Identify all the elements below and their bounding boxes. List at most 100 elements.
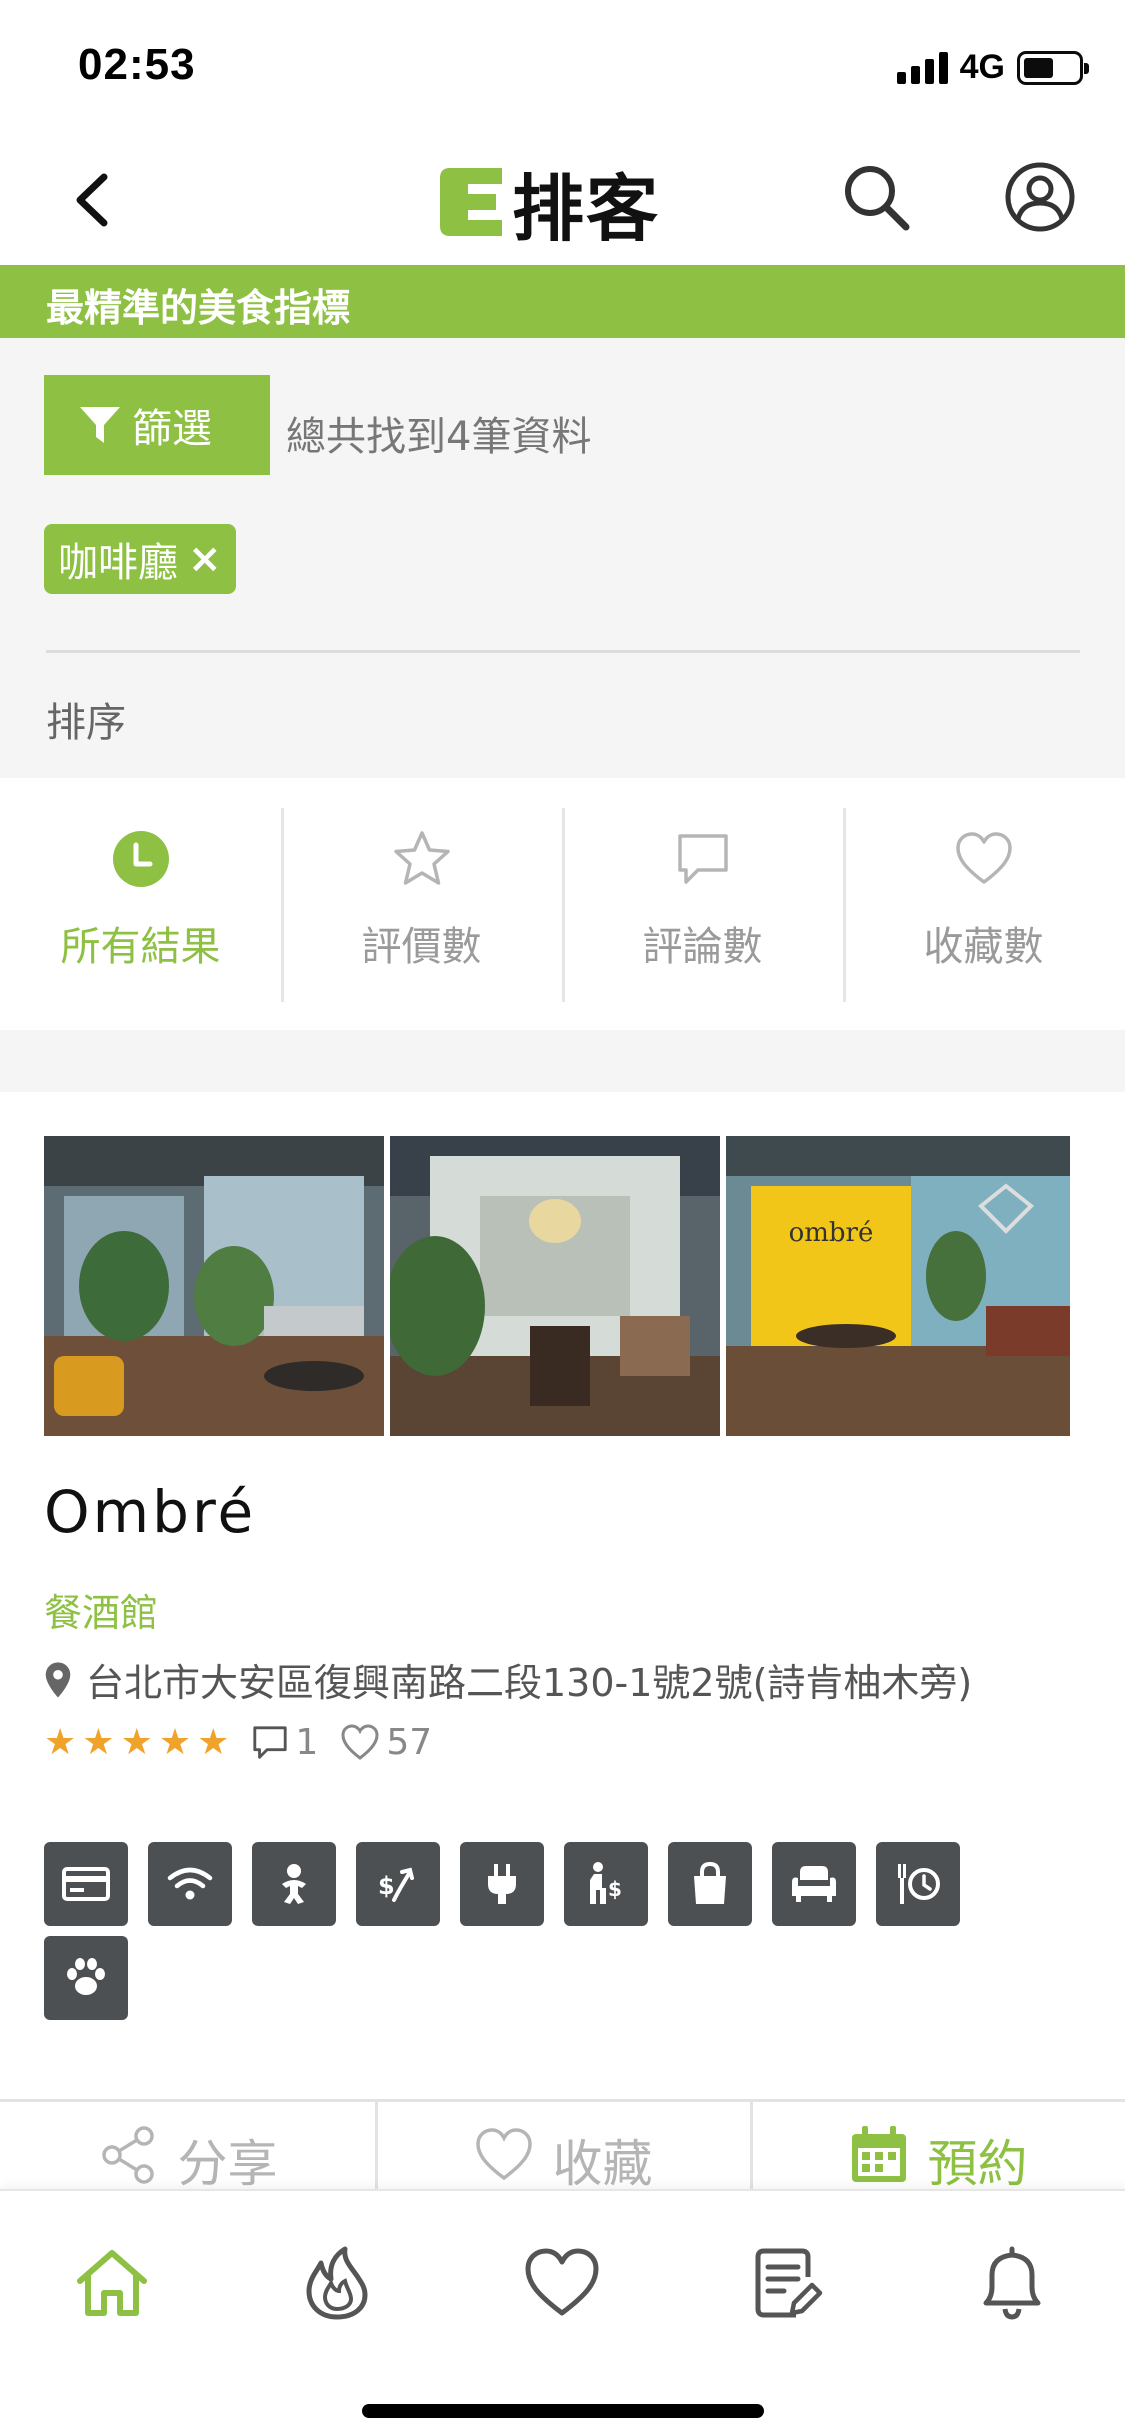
location-pin-icon	[45, 1662, 71, 1697]
restaurant-name[interactable]: Ombré	[44, 1478, 256, 1546]
comment-icon	[677, 834, 728, 884]
divider	[46, 650, 1080, 653]
heart-outline-icon	[475, 2128, 532, 2181]
favorite-button[interactable]: 收藏	[375, 2102, 750, 2189]
filter-button-label: 篩選	[132, 406, 212, 452]
photo-sign-text: ombré	[789, 1218, 874, 1248]
funnel-icon	[80, 407, 120, 443]
status-time: 02:53	[78, 40, 196, 89]
tagline-text: 最精準的美食指標	[46, 286, 351, 330]
tagline-banner: 最精準的美食指標	[0, 265, 1125, 338]
home-icon	[77, 2250, 147, 2316]
photo-gallery[interactable]: ombré	[44, 1136, 1070, 1436]
reserve-button-label: 預約	[927, 2135, 1028, 2189]
svg-text:$: $	[608, 1877, 622, 1901]
reserve-button[interactable]: 預約	[750, 2102, 1125, 2189]
user-profile-button[interactable]	[1000, 157, 1080, 237]
clock-icon	[112, 831, 169, 887]
like-count-value: 57	[386, 1722, 433, 1763]
power-outlet-icon	[460, 1842, 544, 1926]
nav-favorites[interactable]	[522, 2243, 602, 2323]
status-indicators: 4G	[896, 48, 1089, 87]
comment-count: 1	[251, 1722, 318, 1763]
filter-tag-chip[interactable]: 咖啡廳 ×	[44, 524, 236, 594]
result-count: 總共找到4筆資料	[286, 414, 592, 460]
min-charge-icon: $	[564, 1842, 648, 1926]
nav-notifications[interactable]	[972, 2243, 1052, 2323]
star-icon: ★	[158, 1722, 192, 1763]
star-icon: ★	[120, 1722, 153, 1763]
svg-text:$: $	[378, 1872, 395, 1900]
calendar-icon	[851, 2126, 906, 2182]
sofa-icon	[772, 1842, 856, 1926]
restaurant-address[interactable]: 台北市大安區復興南路二段130-1號2號(詩肯柚木旁)	[44, 1652, 972, 1707]
nav-hot[interactable]	[297, 2243, 377, 2323]
card-action-bar: 分享 收藏 預約	[0, 2099, 1125, 2189]
heart-outline-icon	[341, 1723, 379, 1760]
battery-icon	[1017, 50, 1089, 85]
restaurant-photo[interactable]	[44, 1136, 384, 1436]
search-button[interactable]	[836, 157, 916, 237]
tab-all-results-label: 所有結果	[60, 924, 221, 970]
feature-icons: $ $	[44, 1842, 1044, 2020]
logo-e-mark	[436, 164, 506, 240]
filter-section: 篩選 總共找到4筆資料 咖啡廳 × 排序	[0, 338, 1125, 778]
address-text: 台北市大安區復興南路二段130-1號2號(詩肯柚木旁)	[86, 1661, 973, 1705]
star-icon: ★	[197, 1722, 230, 1763]
app-header: 排客	[0, 135, 1125, 265]
logo-text: 排客	[512, 166, 661, 251]
status-bar: 02:53 4G	[0, 0, 1125, 135]
signal-icon	[896, 51, 948, 84]
user-icon	[1005, 162, 1075, 232]
favorite-button-label: 收藏	[552, 2135, 653, 2189]
filter-tag-label: 咖啡廳	[58, 540, 178, 586]
wifi-icon	[148, 1842, 232, 1926]
comment-count-value: 1	[295, 1722, 319, 1763]
heart-outline-icon	[955, 832, 1012, 884]
section-gap	[0, 1030, 1125, 1092]
tab-favorite-count[interactable]: 收藏數	[843, 778, 1124, 1030]
home-indicator[interactable]	[362, 2404, 764, 2418]
restaurant-photo[interactable]	[390, 1136, 720, 1436]
network-type: 4G	[959, 48, 1005, 86]
tab-comment-count-label: 評論數	[642, 924, 763, 970]
share-button-label: 分享	[177, 2135, 278, 2189]
chevron-left-icon	[76, 173, 108, 227]
pet-paw-icon	[44, 1936, 128, 2020]
tab-rating-count[interactable]: 評價數	[281, 778, 562, 1030]
star-icon: ★	[44, 1722, 77, 1763]
credit-card-icon	[44, 1842, 128, 1926]
baby-icon	[252, 1842, 336, 1926]
comment-icon	[253, 1725, 288, 1759]
bottom-nav	[0, 2189, 1125, 2436]
tab-all-results[interactable]: 所有結果	[0, 778, 281, 1030]
restaurant-photo[interactable]: ombré	[726, 1136, 1070, 1436]
star-outline-icon	[393, 831, 450, 885]
takeout-bag-icon	[668, 1842, 752, 1926]
like-count: 57	[340, 1722, 432, 1763]
tab-favorite-count-label: 收藏數	[923, 924, 1044, 970]
tab-comment-count[interactable]: 評論數	[562, 778, 843, 1030]
star-icon: ★	[82, 1722, 115, 1763]
time-limit-icon	[876, 1842, 960, 1926]
restaurant-category[interactable]: 餐酒館	[44, 1582, 158, 1637]
rating-stars: ★ ★ ★ ★ ★	[44, 1722, 229, 1763]
sort-label: 排序	[46, 700, 126, 746]
tab-rating-count-label: 評價數	[361, 924, 482, 970]
share-icon	[101, 2126, 154, 2184]
remove-tag-icon[interactable]: ×	[188, 536, 222, 582]
bell-icon	[983, 2246, 1041, 2320]
fire-icon	[306, 2246, 368, 2320]
nav-reviews[interactable]	[746, 2243, 826, 2323]
rating-row: ★ ★ ★ ★ ★ 1 57	[44, 1722, 432, 1763]
nav-home[interactable]	[72, 2243, 152, 2323]
share-button[interactable]: 分享	[0, 2102, 375, 2189]
service-fee-icon: $	[356, 1842, 440, 1926]
heart-icon	[525, 2248, 599, 2316]
search-icon	[845, 166, 910, 231]
filter-button[interactable]: 篩選	[44, 375, 270, 475]
restaurant-card[interactable]: ombré Ombré 餐酒館 台北市大安區復興南路二段130-1號2號(詩肯柚…	[0, 1092, 1125, 2099]
back-button[interactable]	[60, 165, 130, 235]
sort-tabs: 所有結果 評價數 評論數 收藏數	[0, 778, 1125, 1030]
app-logo: 排客	[436, 157, 660, 251]
